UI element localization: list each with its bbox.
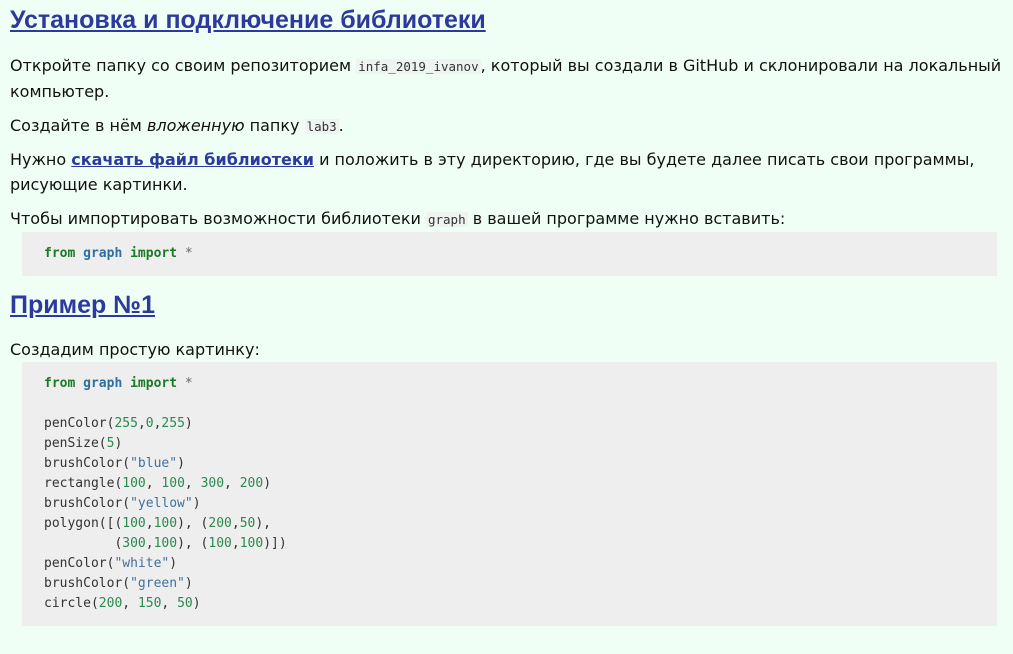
code-line: polygon([(100,100), (200,50), <box>44 516 272 531</box>
paragraph-text: папку <box>244 116 305 135</box>
code-line: brushColor("yellow") <box>44 496 201 511</box>
code-keyword: from <box>44 246 76 261</box>
paragraph-text: Нужно <box>10 150 72 169</box>
paragraph-import: Чтобы импортировать возможности библиоте… <box>10 206 1003 232</box>
paragraph-create-folder: Создайте в нём вложенную папку lab3. <box>10 113 1003 139</box>
paragraph-text: Чтобы импортировать возможности библиоте… <box>10 209 426 228</box>
code-block-import: from graph import * <box>22 232 997 276</box>
code-line: circle(200, 150, 50) <box>44 596 201 611</box>
code-keyword: import <box>130 246 178 261</box>
section-heading-install: Установка и подключение библиотеки <box>10 0 1003 35</box>
code-operator: * <box>184 246 193 261</box>
code-line: rectangle(100, 100, 300, 200) <box>44 476 272 491</box>
inline-code-folder-name: lab3 <box>304 119 339 134</box>
section-heading-example-link[interactable]: Пример №1 <box>10 291 155 319</box>
code-module: graph <box>83 246 123 261</box>
code-line: brushColor("blue") <box>44 456 185 471</box>
inline-code-repo-name: infa_2019_ivanov <box>356 59 481 74</box>
paragraph-download: Нужно скачать файл библиотеки и положить… <box>10 147 1003 197</box>
paragraph-text: . <box>338 116 344 135</box>
section-heading-install-link[interactable]: Установка и подключение библиотеки <box>10 6 486 34</box>
paragraph-text: Создайте в нём <box>10 116 147 135</box>
code-line: penSize(5) <box>44 436 123 451</box>
code-line: penColor("white") <box>44 556 178 571</box>
code-line: brushColor("green") <box>44 576 193 591</box>
inline-code-module-name: graph <box>425 212 468 227</box>
code-line: penColor(255,0,255) <box>44 416 193 431</box>
paragraph-create-picture: Создадим простую картинку: <box>10 340 260 359</box>
paragraph-open-folder: Откройте папку со своим репозиторием inf… <box>10 53 1003 104</box>
paragraph-text: в вашей программе нужно вставить: <box>467 209 786 228</box>
paragraph-text: Откройте папку со своим репозиторием <box>10 56 357 75</box>
section-heading-example: Пример №1 <box>10 290 1003 320</box>
emphasis-text: вложенную <box>146 116 245 135</box>
code-line: from graph import * <box>44 376 193 391</box>
code-block-example: from graph import * penColor(255,0,255) p… <box>22 362 997 626</box>
download-library-link[interactable]: скачать файл библиотеки <box>71 150 314 169</box>
code-line: (300,100), (100,100)]) <box>44 536 287 551</box>
